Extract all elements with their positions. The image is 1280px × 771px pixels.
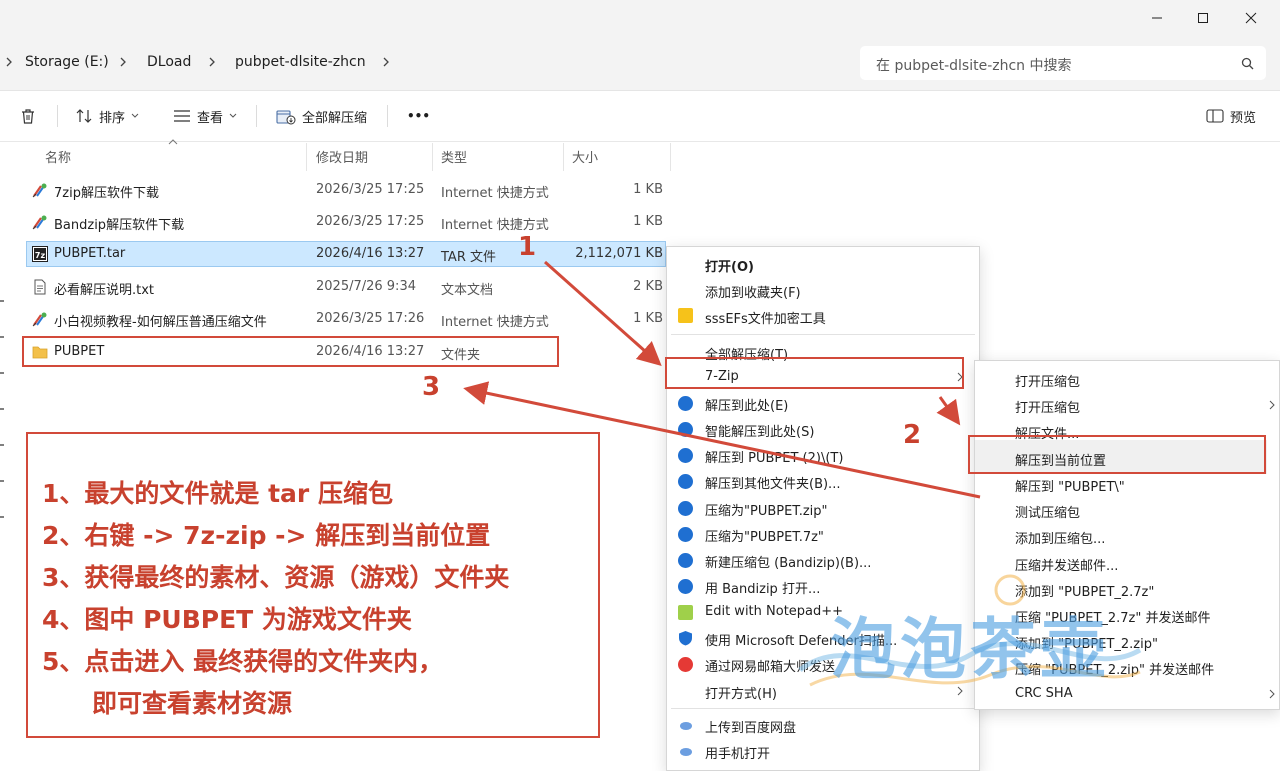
arrow-step-2 [936, 396, 961, 426]
step-number-3: 3 [422, 372, 441, 402]
instruction-line-5: 5、点击进入 最终获得的文件夹内， [42, 647, 444, 676]
step-number-2: 2 [903, 420, 922, 450]
instruction-box: 1、最大的文件就是 tar 压缩包 2、右键 -> 7z-zip -> 解压到当… [26, 432, 600, 738]
instruction-line-4: 4、图中 PUBPET 为游戏文件夹 [42, 605, 412, 634]
instruction-line-2: 2、右键 -> 7z-zip -> 解压到当前位置 [42, 521, 491, 550]
arrow-step-1 [544, 260, 662, 366]
instruction-line-6: 即可查看素材资源 [92, 689, 293, 718]
instruction-line-3: 3、获得最终的素材、资源（游戏）文件夹 [42, 563, 510, 592]
step-number-1: 1 [518, 232, 537, 262]
instruction-line-1: 1、最大的文件就是 tar 压缩包 [42, 479, 393, 508]
